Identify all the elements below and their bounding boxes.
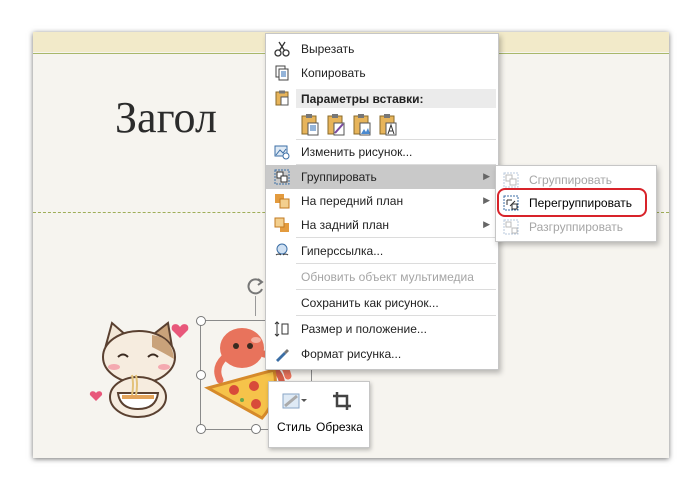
- menu-item-label: Размер и положение...: [301, 322, 427, 336]
- menu-separator: [296, 237, 496, 238]
- menu-separator: [296, 315, 496, 316]
- slide-title-text: Загол: [115, 93, 217, 142]
- style-button[interactable]: Стиль: [269, 382, 314, 447]
- menu-item-cut[interactable]: Вырезать: [266, 37, 498, 61]
- menu-item-group[interactable]: Группировать ▶: [266, 165, 498, 189]
- rotate-handle-icon[interactable]: [246, 276, 266, 296]
- style-button-label: Стиль: [277, 420, 312, 434]
- bring-forward-icon: [275, 194, 290, 209]
- menu-item-label: Копировать: [301, 66, 366, 80]
- group-icon: [274, 169, 290, 185]
- send-backward-icon: [274, 217, 289, 232]
- menu-item-size-position[interactable]: Размер и положение...: [266, 317, 498, 341]
- paste-destination-theme-icon[interactable]: [326, 113, 346, 137]
- crop-button-label: Обрезка: [316, 420, 363, 434]
- menu-item-label: Гиперссылка...: [301, 244, 384, 258]
- menu-item-label: Вырезать: [301, 42, 355, 56]
- menu-item-update-media: Обновить объект мультимедиа: [266, 265, 498, 289]
- menu-item-label: Группировать: [301, 170, 377, 184]
- change-picture-icon: [274, 145, 290, 160]
- resize-handle-s[interactable]: [251, 424, 261, 434]
- menu-item-label: Обновить объект мультимедиа: [301, 270, 474, 284]
- clipboard-icon: [275, 90, 289, 106]
- menu-item-save-as-picture[interactable]: Сохранить как рисунок...: [266, 291, 498, 315]
- paste-keep-formatting-icon[interactable]: [300, 113, 320, 137]
- ungroup-icon: [503, 219, 519, 235]
- paste-picture-icon[interactable]: [352, 113, 372, 137]
- menu-separator: [296, 289, 496, 290]
- crop-button[interactable]: Обрезка: [314, 382, 369, 447]
- slide-title-visible-left[interactable]: Загол: [115, 92, 235, 152]
- menu-item-label: На задний план: [301, 218, 390, 232]
- menu-item-label: Сохранить как рисунок...: [301, 296, 439, 310]
- submenu-arrow-icon: ▶: [483, 171, 490, 181]
- mini-toolbar: Стиль Обрезка: [268, 381, 370, 448]
- group-icon: [503, 172, 519, 188]
- annotation-highlight-ring: [497, 188, 647, 217]
- menu-item-label: На передний план: [301, 194, 404, 208]
- context-menu: Вырезать Копировать Параметры вставки: И…: [265, 33, 499, 370]
- submenu-item-label: Разгруппировать: [529, 220, 624, 234]
- paste-options-header: Параметры вставки:: [296, 89, 496, 108]
- picture-style-icon: [282, 393, 307, 409]
- submenu-item-label: Сгруппировать: [529, 173, 613, 187]
- cat-sticker-image[interactable]: [88, 315, 198, 420]
- menu-item-copy[interactable]: Копировать: [266, 61, 498, 85]
- menu-item-label: Изменить рисунок...: [301, 145, 413, 159]
- paste-options-label: Параметры вставки:: [301, 92, 424, 106]
- resize-handle-w[interactable]: [196, 370, 206, 380]
- submenu-arrow-icon: ▶: [483, 195, 490, 205]
- resize-handle-sw[interactable]: [196, 424, 206, 434]
- menu-separator: [296, 263, 496, 264]
- paste-text-only-icon[interactable]: [378, 113, 398, 137]
- menu-item-hyperlink[interactable]: Гиперссылка...: [266, 239, 498, 263]
- submenu-item-ungroup: Разгруппировать: [496, 215, 656, 239]
- menu-item-label: Формат рисунка...: [301, 347, 402, 361]
- size-position-icon: [274, 321, 289, 337]
- menu-item-send-backward[interactable]: На задний план ▶: [266, 213, 498, 237]
- menu-item-bring-forward[interactable]: На передний план ▶: [266, 189, 498, 213]
- scissors-icon: [274, 41, 290, 57]
- rotate-handle-stem: [255, 296, 256, 316]
- submenu-arrow-icon: ▶: [483, 219, 490, 229]
- menu-item-format-picture[interactable]: Формат рисунка...: [266, 342, 498, 366]
- format-picture-icon: [276, 349, 289, 362]
- copy-icon: [275, 65, 289, 81]
- resize-handle-nw[interactable]: [196, 316, 206, 326]
- hyperlink-icon: [275, 243, 289, 256]
- menu-item-change-picture[interactable]: Изменить рисунок...: [266, 140, 498, 164]
- crop-icon: [333, 392, 351, 410]
